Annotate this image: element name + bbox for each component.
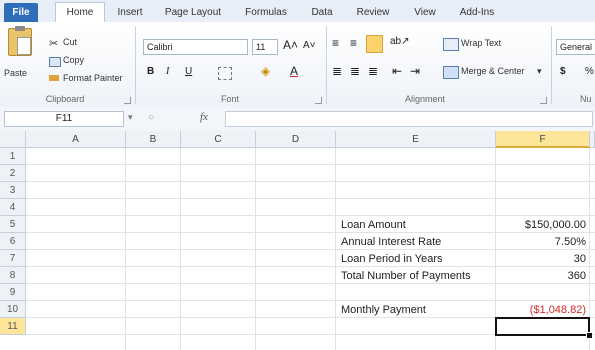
wrap-text-button[interactable]: Wrap Text: [461, 38, 501, 48]
cell-f5[interactable]: $150,000.00: [496, 217, 586, 234]
formula-bar: F11 ▾ ○ fx: [0, 107, 595, 132]
formula-input[interactable]: [225, 111, 593, 127]
bold-button[interactable]: B: [147, 66, 154, 77]
increase-indent-icon[interactable]: ⇥: [410, 64, 420, 78]
name-box-dropdown-icon[interactable]: ▾: [128, 112, 133, 123]
orientation-icon[interactable]: ab↗: [390, 36, 410, 47]
copy-icon: [49, 57, 61, 67]
row-header-10[interactable]: 10: [0, 301, 26, 318]
paste-button[interactable]: Paste: [4, 68, 27, 78]
cell-f6[interactable]: 7.50%: [496, 234, 586, 251]
row-header-1[interactable]: 1: [0, 148, 26, 165]
italic-button[interactable]: I: [166, 66, 169, 77]
ribbon-separator: [326, 26, 327, 104]
ribbon-separator: [135, 26, 136, 104]
cell-e8[interactable]: Total Number of Payments: [341, 268, 471, 285]
grow-font-icon[interactable]: A˄: [283, 38, 298, 52]
underline-button[interactable]: U: [185, 66, 192, 77]
align-center-icon[interactable]: ≣: [350, 64, 360, 78]
row-header-3[interactable]: 3: [0, 182, 26, 199]
tab-page-layout[interactable]: Page Layout: [160, 3, 226, 22]
align-left-icon[interactable]: ≣: [332, 64, 342, 78]
row-header-11[interactable]: 11: [0, 318, 26, 335]
column-header-e[interactable]: E: [336, 131, 496, 148]
clipboard-launcher-icon[interactable]: [124, 97, 131, 104]
alignment-group-label: Alignment: [404, 94, 446, 104]
font-launcher-icon[interactable]: [315, 97, 322, 104]
paste-icon[interactable]: [8, 26, 32, 56]
row-header-9[interactable]: 9: [0, 284, 26, 301]
cut-icon: ✂: [49, 38, 59, 50]
tab-data[interactable]: Data: [305, 3, 339, 22]
shrink-font-icon[interactable]: A˅: [303, 40, 316, 51]
row-header-7[interactable]: 7: [0, 250, 26, 267]
tab-file[interactable]: File: [4, 3, 38, 22]
fill-handle[interactable]: [586, 332, 593, 339]
tab-insert[interactable]: Insert: [110, 3, 150, 22]
column-header-a[interactable]: A: [26, 131, 126, 148]
percent-button[interactable]: %: [585, 66, 594, 77]
gridline: [26, 164, 595, 165]
wrap-text-icon: [443, 38, 459, 51]
worksheet-grid[interactable]: A B C D E F 1 2 3 4 5 6 7 8 9 10 11 Loan…: [0, 131, 595, 350]
fill-color-icon[interactable]: ◈: [261, 64, 270, 78]
copy-button[interactable]: Copy: [63, 55, 84, 65]
cut-button[interactable]: Cut: [63, 37, 77, 47]
clipboard-group-label: Clipboard: [45, 94, 85, 104]
format-painter-button[interactable]: Format Painter: [63, 73, 123, 83]
align-middle-icon[interactable]: ≡: [350, 36, 357, 50]
column-header-d[interactable]: D: [256, 131, 336, 148]
currency-button[interactable]: $: [560, 66, 566, 77]
number-group-label: Nu: [580, 94, 592, 104]
formula-bar-splitter[interactable]: ○: [148, 112, 154, 123]
column-header-f[interactable]: F: [496, 131, 590, 148]
decrease-indent-icon[interactable]: ⇤: [392, 64, 402, 78]
cell-f7[interactable]: 30: [496, 251, 586, 268]
merge-dropdown-icon[interactable]: ▾: [537, 66, 542, 77]
tab-formulas[interactable]: Formulas: [240, 3, 292, 22]
row-header-5[interactable]: 5: [0, 216, 26, 233]
font-color-icon[interactable]: A: [290, 64, 298, 78]
gridline: [26, 181, 595, 182]
align-bottom-icon[interactable]: [366, 35, 383, 53]
gridline: [26, 198, 595, 199]
row-header-6[interactable]: 6: [0, 233, 26, 250]
row-header-2[interactable]: 2: [0, 165, 26, 182]
gridline: [26, 215, 595, 216]
cell-e10[interactable]: Monthly Payment: [341, 302, 426, 319]
cell-e6[interactable]: Annual Interest Rate: [341, 234, 441, 251]
gridline: [26, 300, 595, 301]
alignment-launcher-icon[interactable]: [540, 97, 547, 104]
tab-view[interactable]: View: [408, 3, 442, 22]
cell-e5[interactable]: Loan Amount: [341, 217, 406, 234]
row-header-4[interactable]: 4: [0, 199, 26, 216]
ribbon: Paste ✂ Cut Copy Format Painter Clipboar…: [0, 22, 595, 108]
font-name-select[interactable]: Calibri: [143, 39, 248, 55]
tab-home[interactable]: Home: [55, 2, 105, 23]
font-group-label: Font: [220, 94, 239, 104]
ribbon-tab-bar: File Home Insert Page Layout Formulas Da…: [0, 0, 595, 23]
select-all-corner[interactable]: [0, 131, 26, 148]
tab-review[interactable]: Review: [350, 3, 396, 22]
number-format-select[interactable]: General: [556, 39, 595, 55]
insert-function-icon[interactable]: fx: [200, 111, 208, 123]
align-right-icon[interactable]: ≣: [368, 64, 378, 78]
row-header-8[interactable]: 8: [0, 267, 26, 284]
align-top-icon[interactable]: ≡: [332, 36, 339, 50]
column-header-b[interactable]: B: [126, 131, 181, 148]
column-header-c[interactable]: C: [181, 131, 256, 148]
cell-e7[interactable]: Loan Period in Years: [341, 251, 443, 268]
ribbon-separator: [551, 26, 552, 104]
format-painter-icon: [49, 75, 59, 81]
merge-center-button[interactable]: Merge & Center: [461, 66, 525, 76]
cell-f8[interactable]: 360: [496, 268, 586, 285]
column-header-g[interactable]: [590, 131, 595, 148]
font-size-select[interactable]: 11: [252, 39, 278, 55]
merge-center-icon: [443, 66, 459, 79]
selected-cell-f11[interactable]: [495, 317, 590, 336]
borders-icon[interactable]: [218, 67, 232, 80]
name-box[interactable]: F11: [4, 111, 124, 127]
tab-add-ins[interactable]: Add-Ins: [455, 3, 499, 22]
